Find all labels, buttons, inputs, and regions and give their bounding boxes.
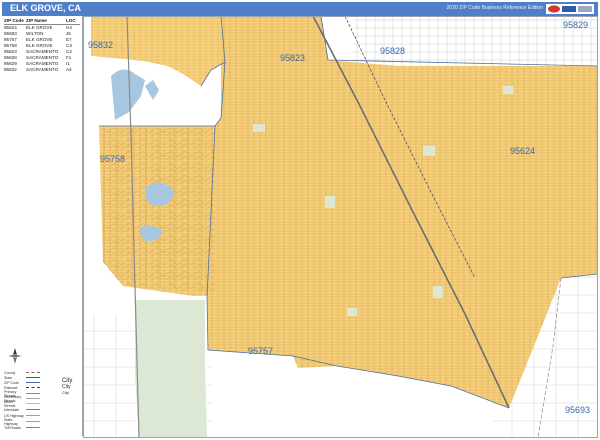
- legend-row: Interstate: [4, 407, 40, 412]
- legend-city-sample: City City City: [62, 378, 72, 396]
- zip-col-name-header: ZIP Name: [26, 18, 47, 23]
- park-east: [423, 146, 435, 156]
- park-southeast: [433, 286, 443, 298]
- legend-row: Minor Streets: [4, 400, 40, 408]
- publisher-logo: [546, 4, 594, 14]
- legend-row: Toll Roads: [4, 425, 40, 430]
- legend-swatch: [26, 372, 40, 373]
- map-title: ELK GROVE, CA: [10, 3, 82, 13]
- park-northeast: [503, 86, 513, 94]
- legend-row: State Highway: [4, 418, 40, 426]
- zip-index-table: ZIP Code ZIP Name LOC 95624 ELK GROVE H4…: [4, 18, 80, 73]
- zip-table-row: 95832 SACRAMENTO A4: [4, 67, 80, 73]
- legend-swatch: [26, 387, 40, 388]
- legend-swatch: [26, 382, 40, 383]
- zip-label-95624: 95624: [510, 146, 535, 156]
- park-south: [347, 308, 357, 316]
- north-arrow-icon: [8, 348, 22, 364]
- zip-col-loc-header: LOC: [66, 18, 76, 23]
- legend-label: State: [4, 375, 13, 380]
- title-bar: ELK GROVE, CA 2020 ZIP Code Business Ref…: [2, 2, 598, 16]
- park-central: [325, 196, 335, 208]
- zip-label-95758: 95758: [100, 154, 125, 164]
- zip-label-95693: 95693: [565, 405, 590, 415]
- zip-label-95829: 95829: [563, 20, 588, 30]
- zip-label-95757: 95757: [248, 346, 273, 356]
- legend-label: ZIP Code: [4, 380, 20, 385]
- legend-swatch: [26, 409, 40, 410]
- zip-label-95823: 95823: [280, 53, 305, 63]
- zip-code-cell: 95832: [4, 67, 17, 72]
- legend-swatch: [26, 427, 40, 428]
- zip-table-header: ZIP Code ZIP Name LOC: [4, 18, 80, 25]
- zip-col-code-header: ZIP Code: [4, 18, 24, 23]
- legend-swatch: [26, 421, 40, 422]
- legend-swatch: [26, 403, 40, 404]
- legend-label: County: [4, 370, 16, 375]
- map-edition: 2020 ZIP Code Business Reference Edition: [446, 5, 543, 11]
- legend-label: Toll Roads: [4, 425, 21, 430]
- zip-loc-cell: A4: [66, 67, 72, 72]
- park-north: [253, 124, 265, 132]
- legend-swatch: [26, 415, 40, 416]
- legend-swatch: [26, 393, 40, 394]
- map-poster: ELK GROVE, CA 2020 ZIP Code Business Ref…: [0, 0, 600, 440]
- zip-label-95832: 95832: [88, 40, 113, 50]
- legend-swatch: [26, 377, 40, 378]
- map-canvas[interactable]: 95832 95828 95829 95823 95758 95624 9575…: [83, 16, 598, 438]
- legend-swatch: [26, 398, 40, 399]
- legend-label: Interstate: [4, 407, 19, 412]
- zip-label-95828: 95828: [380, 46, 405, 56]
- park-southwest: [135, 300, 207, 438]
- street-curves-west: [103, 128, 215, 292]
- legend-city-label: City: [62, 390, 69, 395]
- zip-name-cell: SACRAMENTO: [26, 67, 59, 72]
- map-svg[interactable]: 95832 95828 95829 95823 95758 95624 9575…: [83, 16, 598, 438]
